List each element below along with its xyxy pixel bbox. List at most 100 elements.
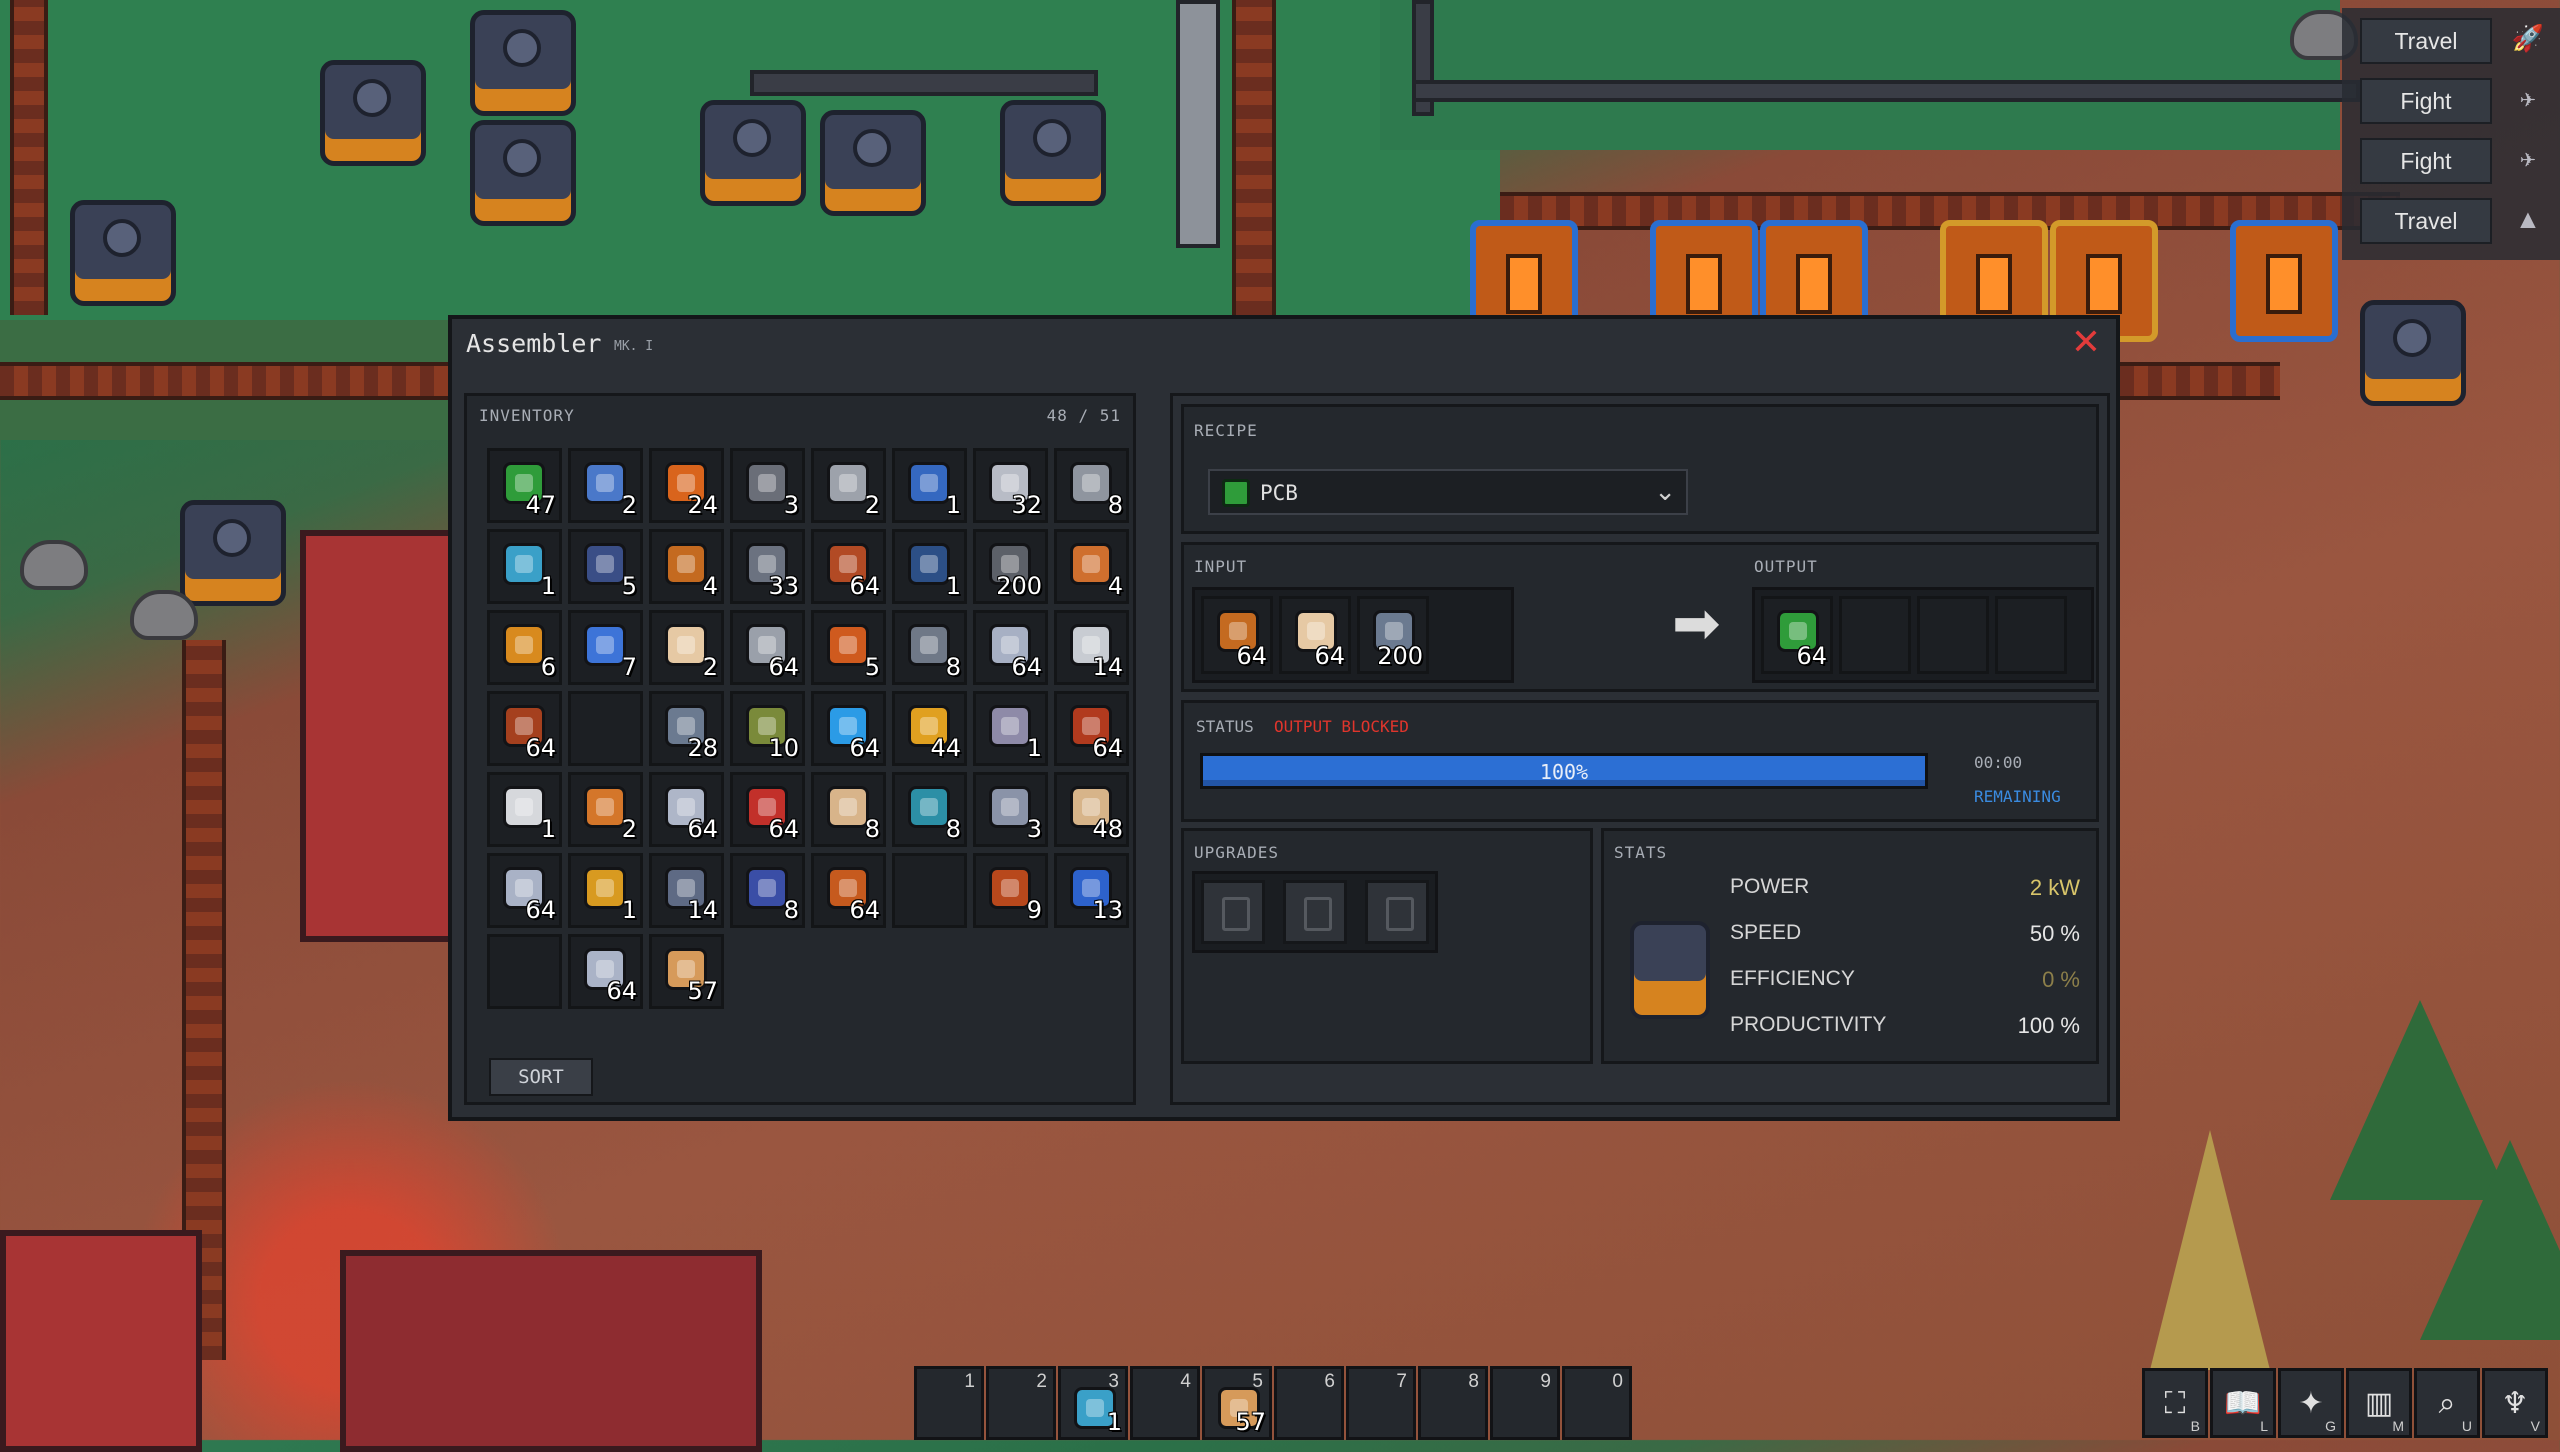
inventory-slot[interactable]: 64 [811,529,886,604]
inventory-slot[interactable]: 1 [973,691,1048,766]
inventory-slot[interactable]: 64 [811,853,886,928]
input-slot[interactable]: 64 [1201,596,1273,674]
search-tool-button[interactable]: ⌕ U [2414,1368,2480,1438]
assembler-machine[interactable] [700,100,806,206]
inventory-slot[interactable]: 32 [973,448,1048,523]
red-structure[interactable] [340,1250,762,1452]
inventory-slot[interactable]: 8 [1054,448,1129,523]
upgrade-slot[interactable] [1365,880,1429,944]
hotbar-slot[interactable]: 7 [1346,1366,1416,1440]
nav-fight-button[interactable]: Fight [2360,138,2492,184]
empty-inventory-slot[interactable] [892,853,967,928]
inventory-slot[interactable]: 13 [1054,853,1129,928]
inventory-slot[interactable]: 47 [487,448,562,523]
inventory-slot[interactable]: 14 [1054,610,1129,685]
inventory-slot[interactable]: 7 [568,610,643,685]
inventory-slot[interactable]: 1 [892,529,967,604]
inventory-slot[interactable]: 64 [1054,691,1129,766]
hotbar-slot[interactable]: 5 57 [1202,1366,1272,1440]
inventory-slot[interactable]: 2 [811,448,886,523]
inventory-slot[interactable]: 64 [730,610,805,685]
hotbar-slot[interactable]: 0 [1562,1366,1632,1440]
inventory-slot[interactable]: 200 [973,529,1048,604]
inventory-slot[interactable]: 8 [892,610,967,685]
progress-text: 100% [1539,760,1589,784]
recipe-select[interactable]: PCB ⌄ [1208,469,1688,515]
inventory-slot[interactable]: 2 [568,448,643,523]
inventory-slot[interactable]: 10 [730,691,805,766]
empty-inventory-slot[interactable] [487,934,562,1009]
empty-output-slot[interactable] [1917,596,1989,674]
inventory-slot[interactable]: 3 [973,772,1048,847]
inventory-slot[interactable]: 5 [568,529,643,604]
upgrade-slot[interactable] [1201,880,1265,944]
assembler-machine[interactable] [470,120,576,226]
inventory-slot[interactable]: 64 [730,772,805,847]
inventory-slot[interactable]: 8 [730,853,805,928]
furnace[interactable] [2230,220,2338,342]
hotbar-slot[interactable]: 8 [1418,1366,1488,1440]
inventory-slot[interactable]: 9 [973,853,1048,928]
hotbar-slot[interactable]: 31 [1058,1366,1128,1440]
inventory-slot[interactable]: 64 [649,772,724,847]
inventory-slot[interactable]: 1 [892,448,967,523]
inventory-slot[interactable]: 3 [730,448,805,523]
build-tool-button[interactable]: ⛶ B [2142,1368,2208,1438]
red-structure[interactable] [300,530,460,942]
inventory-slot[interactable]: 44 [892,691,967,766]
inventory-slot[interactable]: 5 [811,610,886,685]
inventory-slot[interactable]: 64 [487,853,562,928]
inventory-slot[interactable]: 1 [487,529,562,604]
close-icon[interactable]: ✕ [2068,325,2104,363]
inventory-slot[interactable]: 28 [649,691,724,766]
empty-output-slot[interactable] [1995,596,2067,674]
inventory-slot[interactable]: 64 [811,691,886,766]
torch-tool-button[interactable]: ♆ V [2482,1368,2548,1438]
nav-fight-button[interactable]: Fight [2360,78,2492,124]
input-slot[interactable]: 64 [1279,596,1351,674]
inventory-slot[interactable]: 57 [649,934,724,1009]
assembler-machine[interactable] [70,200,176,306]
pipe-icon [908,624,950,666]
nav-travel-button[interactable]: Travel [2360,18,2492,64]
sort-button[interactable]: SORT [489,1058,593,1096]
pipe [1176,0,1220,248]
inventory-slot[interactable]: 48 [1054,772,1129,847]
input-slot[interactable]: 200 [1357,596,1429,674]
map-tool-button[interactable]: ▥ M [2346,1368,2412,1438]
hotbar-slot[interactable]: 4 [1130,1366,1200,1440]
sparkle-tool-button[interactable]: ✦ G [2278,1368,2344,1438]
assembler-machine[interactable] [1000,100,1106,206]
hotbar-slot[interactable]: 1 [914,1366,984,1440]
inventory-slot[interactable]: 6 [487,610,562,685]
assembler-machine[interactable] [470,10,576,116]
inventory-slot[interactable]: 8 [892,772,967,847]
inventory-slot[interactable]: 1 [487,772,562,847]
inventory-slot[interactable]: 2 [568,772,643,847]
assembler-machine[interactable] [180,500,286,606]
red-structure[interactable] [0,1230,202,1452]
output-slot[interactable]: 64 [1761,596,1833,674]
assembler-machine[interactable] [2360,300,2466,406]
inventory-slot[interactable]: 4 [649,529,724,604]
inventory-slot[interactable]: 24 [649,448,724,523]
empty-inventory-slot[interactable] [568,691,643,766]
inventory-slot[interactable]: 4 [1054,529,1129,604]
hotbar-slot[interactable]: 9 [1490,1366,1560,1440]
assembler-machine[interactable] [820,110,926,216]
inventory-slot[interactable]: 64 [973,610,1048,685]
research-book-tool-button[interactable]: 📖 L [2210,1368,2276,1438]
inventory-slot[interactable]: 8 [811,772,886,847]
inventory-slot[interactable]: 64 [487,691,562,766]
inventory-slot[interactable]: 1 [568,853,643,928]
hotbar-slot[interactable]: 2 [986,1366,1056,1440]
inventory-slot[interactable]: 14 [649,853,724,928]
empty-output-slot[interactable] [1839,596,1911,674]
assembler-machine[interactable] [320,60,426,166]
inventory-slot[interactable]: 64 [568,934,643,1009]
hotbar-slot[interactable]: 6 [1274,1366,1344,1440]
upgrade-slot[interactable] [1283,880,1347,944]
nav-travel-button[interactable]: Travel [2360,198,2492,244]
inventory-slot[interactable]: 2 [649,610,724,685]
inventory-slot[interactable]: 33 [730,529,805,604]
